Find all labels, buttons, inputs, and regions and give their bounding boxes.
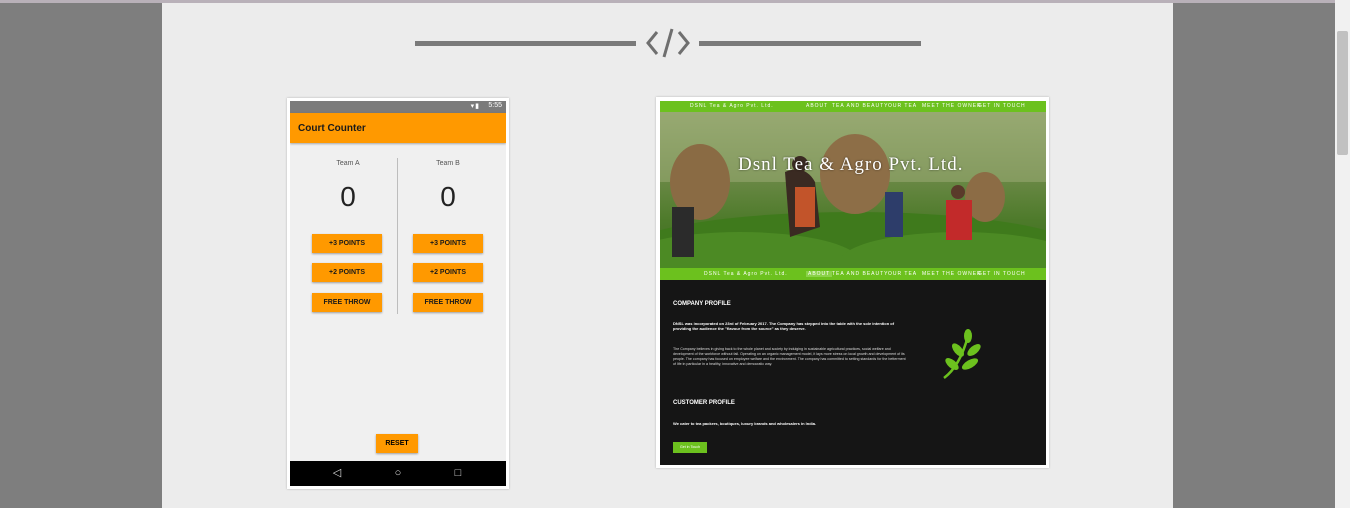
section-nav-tea-and-beauty[interactable]: TEA AND BEAUTY — [832, 271, 889, 277]
team-a-plus3-button[interactable]: +3 POINTS — [312, 234, 382, 253]
customer-profile-text: We cater to tea packers, boutiques, luxu… — [673, 421, 817, 426]
phone-screen: ▾▮ 5:55 Court Counter Team A 0 +3 POINTS… — [290, 101, 506, 486]
hero-title: Dsnl Tea & Agro Pvt. Ltd. — [738, 154, 964, 175]
section-nav-get-in-touch[interactable]: GET IN TOUCH — [978, 271, 1026, 277]
app-bar: Court Counter — [290, 113, 506, 143]
android-nav-bar: ◁ ○ □ — [290, 461, 506, 486]
app-title: Court Counter — [298, 123, 366, 134]
nav-item-about[interactable]: ABOUT — [806, 103, 828, 109]
nav-item-our-tea[interactable]: OUR TEA — [888, 103, 917, 109]
get-in-touch-button[interactable]: Get in Touch — [673, 442, 707, 453]
home-circle-icon[interactable]: ○ — [388, 461, 408, 486]
company-profile-heading: COMPANY PROFILE — [673, 301, 731, 307]
nav-item-tea-and-beauty[interactable]: TEA AND BEAUTY — [832, 103, 889, 109]
section-nav-our-tea[interactable]: OUR TEA — [888, 271, 917, 277]
recents-square-icon[interactable]: □ — [448, 461, 468, 486]
team-b-plus3-button[interactable]: +3 POINTS — [413, 234, 483, 253]
section-nav-meet-the-owner[interactable]: MEET THE OWNER — [922, 271, 982, 277]
team-column-divider — [397, 158, 398, 314]
court-counter-phone-mockup[interactable]: ▾▮ 5:55 Court Counter Team A 0 +3 POINTS… — [287, 98, 509, 489]
android-status-bar: ▾▮ 5:55 — [290, 101, 506, 113]
section-divider-right — [699, 41, 921, 46]
team-b-free-throw-button[interactable]: FREE THROW — [413, 293, 483, 312]
website-top-nav: DSNL Tea & Agro Pvt. Ltd. ABOUT TEA AND … — [660, 101, 1046, 112]
dsnl-tea-website-mockup[interactable]: DSNL Tea & Agro Pvt. Ltd. ABOUT TEA AND … — [656, 97, 1049, 468]
website-section-nav: DSNL Tea & Agro Pvt. Ltd. ABOUT TEA AND … — [660, 268, 1046, 280]
back-triangle-icon[interactable]: ◁ — [327, 461, 347, 486]
company-profile-lead: DNSL was incorporated on 23rd of Februar… — [673, 321, 895, 331]
team-b-label: Team B — [436, 160, 460, 167]
company-profile-body: The Company believes in giving back to t… — [673, 347, 906, 366]
team-b-plus2-button[interactable]: +2 POINTS — [413, 263, 483, 282]
nav-brand[interactable]: DSNL Tea & Agro Pvt. Ltd. — [690, 103, 774, 109]
section-nav-about[interactable]: ABOUT — [806, 271, 833, 277]
scrollbar-thumb[interactable] — [1337, 31, 1348, 155]
nav-item-get-in-touch[interactable]: GET IN TOUCH — [978, 103, 1026, 109]
team-a-score: 0 — [340, 181, 356, 212]
nav-item-meet-the-owner[interactable]: MEET THE OWNER — [922, 103, 982, 109]
team-b-score: 0 — [440, 181, 456, 212]
section-nav-brand[interactable]: DSNL Tea & Agro Pvt. Ltd. — [704, 271, 788, 277]
tea-pickers-illustration — [660, 112, 1046, 268]
website-screen: DSNL Tea & Agro Pvt. Ltd. ABOUT TEA AND … — [660, 101, 1046, 465]
section-divider-left — [415, 41, 636, 46]
team-a-label: Team A — [336, 160, 360, 167]
hero-tea-garden-image: Dsnl Tea & Agro Pvt. Ltd. — [660, 112, 1046, 268]
status-time: 5:55 — [488, 102, 502, 109]
reset-button[interactable]: RESET — [376, 434, 418, 453]
signal-battery-icon: ▾▮ — [470, 103, 480, 110]
team-a-free-throw-button[interactable]: FREE THROW — [312, 293, 382, 312]
tea-leaf-logo-icon — [943, 329, 981, 379]
customer-profile-heading: CUSTOMER PROFILE — [673, 400, 735, 406]
team-a-plus2-button[interactable]: +2 POINTS — [312, 263, 382, 282]
code-brackets-icon — [646, 28, 690, 58]
